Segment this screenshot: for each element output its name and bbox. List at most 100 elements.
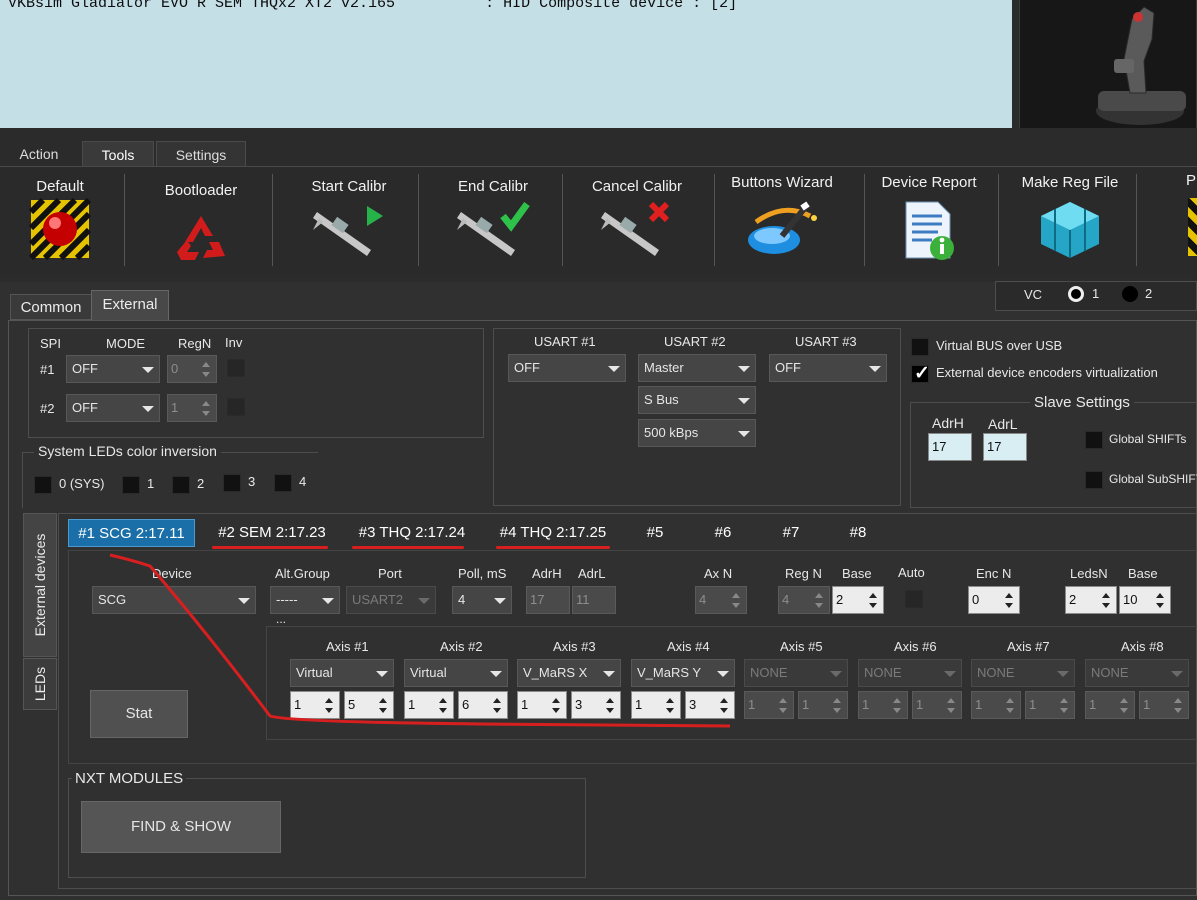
spi-1-regn-stepper[interactable]: 0: [167, 355, 217, 383]
spi-1-mode-select[interactable]: OFF: [66, 355, 160, 383]
port-select[interactable]: USART2: [346, 586, 436, 614]
vc-radio-1[interactable]: [1068, 286, 1084, 302]
spi-2-regn-stepper[interactable]: 1: [167, 394, 217, 422]
end-calibr-label: End Calibr: [457, 178, 529, 195]
axis-5-stepper-2[interactable]: 1: [798, 691, 848, 719]
axis-8-type-select[interactable]: NONE: [1085, 659, 1189, 687]
ext-device-tab-3[interactable]: #3 THQ 2:17.24: [350, 519, 474, 547]
axis-3-type-value: V_MaRS X: [523, 665, 588, 680]
tab-action[interactable]: Action: [4, 141, 74, 168]
axis-6-stepper-2-value: 1: [916, 697, 924, 712]
axis-6-stepper-1[interactable]: 1: [858, 691, 908, 719]
axis-3-stepper-2-value: 3: [575, 697, 583, 712]
ext-device-tab-1[interactable]: #1 SCG 2:17.11: [68, 519, 195, 547]
device-report-button[interactable]: Device Report: [868, 168, 990, 272]
ledsn-stepper[interactable]: 2: [1065, 586, 1117, 614]
usart-1-select[interactable]: OFF: [508, 354, 626, 382]
virtual-bus-checkbox[interactable]: [911, 338, 929, 356]
ext-encoders-checkbox[interactable]: ✓: [911, 363, 930, 384]
usart-2-mode-select[interactable]: Master: [638, 354, 756, 382]
regn-dev-stepper[interactable]: 4: [778, 586, 830, 614]
ext-device-tab-7[interactable]: #7: [772, 519, 810, 547]
spi-2-inv-checkbox[interactable]: [227, 398, 245, 416]
altgroup-select[interactable]: -----: [270, 586, 340, 614]
vc-radio-1-label: 1: [1092, 286, 1100, 301]
axis-6-type-select[interactable]: NONE: [858, 659, 962, 687]
spi-2-regn-value: 1: [171, 400, 179, 415]
device-list[interactable]: [0, 0, 1012, 128]
axis-4-label: Axis #4: [667, 639, 710, 654]
side-tab-leds[interactable]: LEDs: [23, 658, 57, 710]
axis-2-stepper-2[interactable]: 6: [458, 691, 508, 719]
axis-6-stepper-2[interactable]: 1: [912, 691, 962, 719]
device-list-row[interactable]: VKBsim Gladiator EVO R SEM THQx2 XT2 v2.…: [0, 0, 1012, 15]
axis-8-stepper-1[interactable]: 1: [1085, 691, 1135, 719]
ext-device-tab-5[interactable]: #5: [636, 519, 674, 547]
find-and-show-button[interactable]: FIND & SHOW: [81, 801, 281, 853]
axis-1-stepper-1[interactable]: 1: [290, 691, 340, 719]
spi-2-mode-select[interactable]: OFF: [66, 394, 160, 422]
axis-5-stepper-1[interactable]: 1: [744, 691, 794, 719]
stat-button[interactable]: Stat: [90, 690, 188, 738]
ext-device-tab-4[interactable]: #4 THQ 2:17.25: [491, 519, 615, 547]
dev-adrh-field[interactable]: 17: [526, 586, 570, 614]
axis-8-stepper-2[interactable]: 1: [1139, 691, 1189, 719]
auto-checkbox[interactable]: [905, 590, 923, 608]
led-inv-checkbox-3[interactable]: [223, 474, 241, 492]
axis-2-type-select[interactable]: Virtual: [404, 659, 508, 687]
dev-adrl-field[interactable]: 11: [572, 586, 616, 614]
axis-5-type-select[interactable]: NONE: [744, 659, 848, 687]
axis-1-type-select[interactable]: Virtual: [290, 659, 394, 687]
tab-settings[interactable]: Settings: [156, 141, 246, 168]
usart-2-speed-select[interactable]: 500 kBps: [638, 419, 756, 447]
led-inv-checkbox-0[interactable]: [34, 476, 52, 494]
axis-1-stepper-2[interactable]: 5: [344, 691, 394, 719]
led-inv-checkbox-1[interactable]: [122, 476, 140, 494]
regn-dev-value: 4: [782, 592, 790, 607]
default-button[interactable]: Default: [0, 168, 120, 272]
device-select[interactable]: SCG: [92, 586, 256, 614]
axis-4-stepper-2[interactable]: 3: [685, 691, 735, 719]
axis-7-stepper-1[interactable]: 1: [971, 691, 1021, 719]
global-subshifts-checkbox[interactable]: [1085, 471, 1103, 489]
usart-3-select[interactable]: OFF: [769, 354, 887, 382]
ext-device-tab-8[interactable]: #8: [839, 519, 877, 547]
partial-toolbar-button[interactable]: P: [1170, 168, 1197, 272]
axis-4-type-select[interactable]: V_MaRS Y: [631, 659, 735, 687]
axis-7-type-select[interactable]: NONE: [971, 659, 1075, 687]
ext-device-tab-6[interactable]: #6: [704, 519, 742, 547]
axis-7-stepper-2[interactable]: 1: [1025, 691, 1075, 719]
axis-3-stepper-1[interactable]: 1: [517, 691, 567, 719]
cancel-calibr-button[interactable]: Cancel Calibr: [578, 168, 696, 272]
side-tab-external-devices[interactable]: External devices: [23, 513, 57, 657]
tab-external[interactable]: External: [91, 290, 169, 320]
make-reg-file-label: Make Reg File: [1021, 174, 1119, 191]
make-reg-file-button[interactable]: Make Reg File: [1008, 168, 1132, 272]
poll-select[interactable]: 4: [452, 586, 512, 614]
axis-3-stepper-2[interactable]: 3: [571, 691, 621, 719]
slave-adrh-field[interactable]: 17: [928, 433, 972, 461]
tab-tools[interactable]: Tools: [82, 141, 154, 168]
tab-common[interactable]: Common: [10, 294, 92, 320]
axn-stepper[interactable]: 4: [695, 586, 747, 614]
ext-device-tab-2[interactable]: #2 SEM 2:17.23: [210, 519, 334, 547]
spi-row-1-label: #1: [40, 362, 55, 377]
base-stepper[interactable]: 2: [832, 586, 884, 614]
buttons-wizard-button[interactable]: Buttons Wizard: [718, 168, 846, 272]
end-calibr-button[interactable]: End Calibr: [434, 168, 552, 272]
global-shifts-checkbox[interactable]: [1085, 431, 1103, 449]
led-inv-checkbox-4[interactable]: [274, 474, 292, 492]
usart-2-protocol-select[interactable]: S Bus: [638, 386, 756, 414]
slave-adrl-field[interactable]: 17: [983, 433, 1027, 461]
axis-4-stepper-1[interactable]: 1: [631, 691, 681, 719]
spi-1-inv-checkbox[interactable]: [227, 359, 245, 377]
start-calibr-button[interactable]: Start Calibr: [290, 168, 408, 272]
vc-radio-2-label: 2: [1145, 286, 1153, 301]
vc-radio-2[interactable]: [1122, 286, 1138, 302]
led-inv-checkbox-2[interactable]: [172, 476, 190, 494]
base2-stepper[interactable]: 10: [1119, 586, 1171, 614]
bootloader-button[interactable]: Bootloader: [140, 168, 262, 272]
encn-stepper[interactable]: 0: [968, 586, 1020, 614]
axis-2-stepper-1[interactable]: 1: [404, 691, 454, 719]
axis-3-type-select[interactable]: V_MaRS X: [517, 659, 621, 687]
